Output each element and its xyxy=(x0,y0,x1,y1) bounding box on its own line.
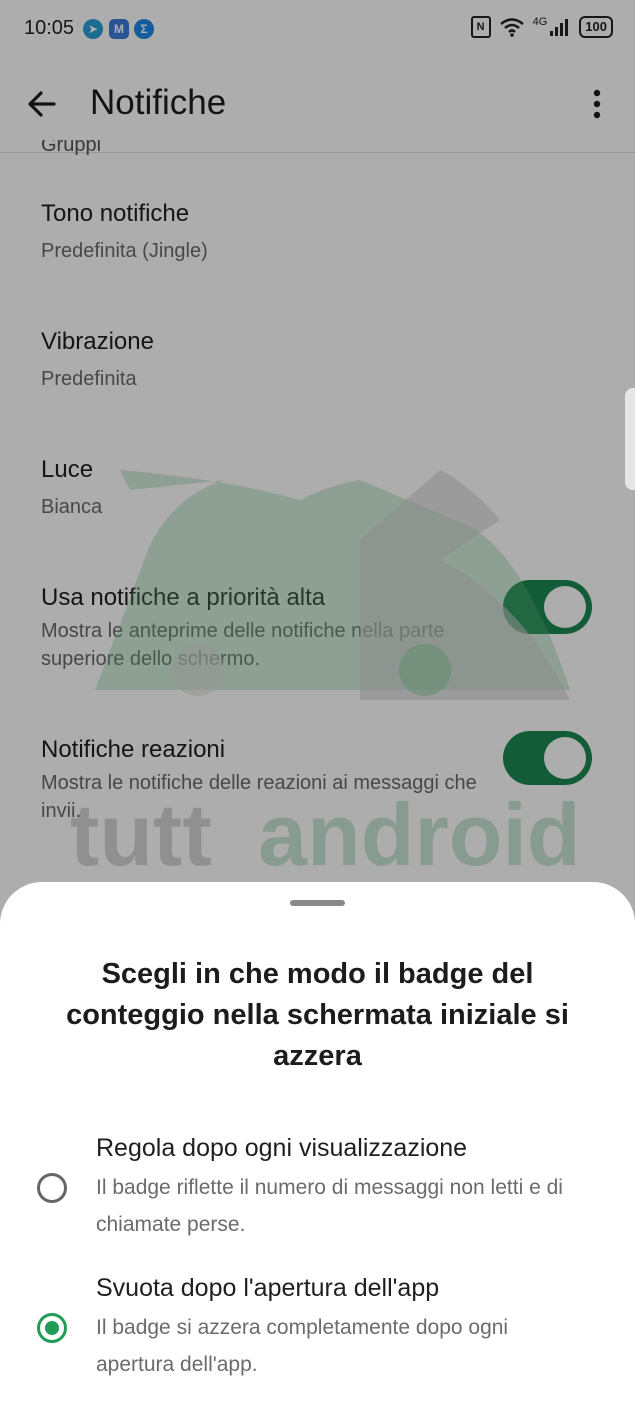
option-title: Regola dopo ogni visualizzazione xyxy=(96,1134,468,1162)
option-title: Svuota dopo l'apertura dell'app xyxy=(96,1274,440,1302)
option-subtitle: Il badge si azzera completamente dopo og… xyxy=(96,1316,509,1376)
option-text: Regola dopo ogni visualizzazione Il badg… xyxy=(96,1134,566,1243)
radio-button-selected[interactable] xyxy=(37,1313,67,1343)
radio-dot xyxy=(45,1321,59,1335)
option-subtitle: Il badge riflette il numero di messaggi … xyxy=(96,1176,563,1236)
sheet-drag-handle[interactable] xyxy=(290,900,345,906)
option-text: Svuota dopo l'apertura dell'app Il badge… xyxy=(96,1274,566,1383)
sheet-title: Scegli in che modo il badge del conteggi… xyxy=(66,958,569,1072)
edge-panel-handle[interactable] xyxy=(625,388,635,490)
bottom-sheet: Scegli in che modo il badge del conteggi… xyxy=(0,882,635,1411)
notification-settings-screen: 10:05 ➤ M Σ N 4G 100 Notifiche Gruppi To… xyxy=(0,0,635,1411)
radio-button[interactable] xyxy=(37,1173,67,1203)
